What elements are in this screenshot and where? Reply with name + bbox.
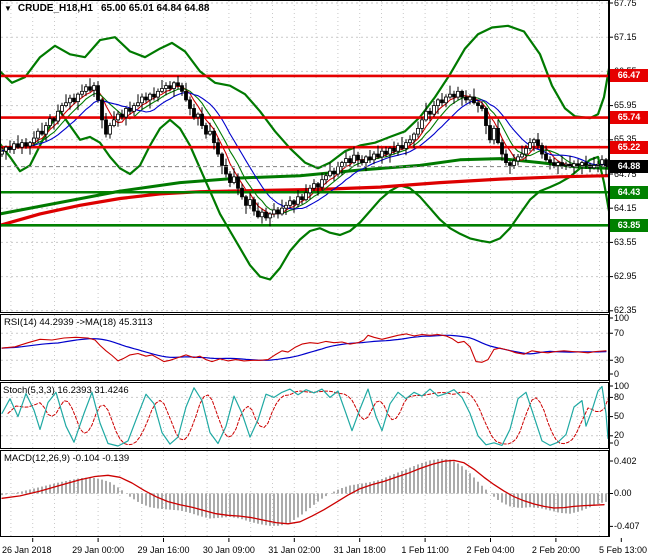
main-chart[interactable] <box>0 26 609 280</box>
rsi-axis-label: 30 <box>614 355 624 366</box>
chart-title-bar: ▼ CRUDE_H18,H1 65.00 65.01 64.84 64.88 <box>4 3 209 14</box>
time-axis-label: 29 Jan 16:00 <box>137 545 189 555</box>
price-axis-label: 64.15 <box>614 203 637 214</box>
time-axis-label: 31 Jan 02:00 <box>268 545 320 555</box>
chart-window: ▼ CRUDE_H18,H1 65.00 65.01 64.84 64.88 RSI… <box>0 0 650 560</box>
rsi-indicator-label: RSI(14) 44.2939 ->MA(18) 45.3113 <box>4 317 152 328</box>
stoch-axis-label: 50 <box>614 411 624 422</box>
stoch-axis-label: 100 <box>614 381 629 392</box>
stoch-axis-label: 80 <box>614 392 624 403</box>
price-axis-label: 65.95 <box>614 100 637 111</box>
chart-canvas[interactable] <box>0 0 650 560</box>
price-level-badge: 66.47 <box>610 69 648 82</box>
macd-axis-label: 0.402 <box>614 456 637 467</box>
price-axis-label: 63.55 <box>614 237 637 248</box>
price-level-badge: 65.22 <box>610 141 648 154</box>
price-level-badge: 65.74 <box>610 111 648 124</box>
price-axis-label: 67.15 <box>614 32 637 43</box>
rsi-panel[interactable] <box>2 334 606 362</box>
time-axis[interactable] <box>33 538 622 542</box>
symbol-period-label: CRUDE_H18,H1 <box>18 3 93 14</box>
time-axis-label: 29 Jan 00:00 <box>72 545 124 555</box>
macd-panel[interactable] <box>2 459 606 526</box>
time-axis-label: 26 Jan 2018 <box>2 545 52 555</box>
time-axis-label: 1 Feb 11:00 <box>401 545 448 555</box>
price-axis-label: 62.95 <box>614 271 637 282</box>
price-axis-label: 67.75 <box>614 0 637 9</box>
stoch-axis-label: 0 <box>614 438 619 449</box>
time-axis-label: 5 Feb 13:00 <box>599 545 647 555</box>
time-axis-label: 2 Feb 20:00 <box>532 545 580 555</box>
price-level-badge: 64.43 <box>610 186 648 199</box>
rsi-axis-label: 0 <box>614 369 619 380</box>
rsi-axis-label: 100 <box>614 313 629 324</box>
rsi-axis-label: 70 <box>614 328 624 339</box>
time-axis-label: 31 Jan 18:00 <box>334 545 386 555</box>
ohlc-values-label: 65.00 65.01 64.84 64.88 <box>101 3 209 14</box>
macd-axis-label: 0.00 <box>614 488 632 499</box>
macd-indicator-label: MACD(12,26,9) -0.104 -0.139 <box>4 453 129 464</box>
price-level-badge: 64.88 <box>610 160 648 173</box>
time-axis-label: 30 Jan 09:00 <box>203 545 255 555</box>
macd-axis-label: -0.407 <box>614 521 640 532</box>
time-axis-label: 2 Feb 04:00 <box>466 545 514 555</box>
symbol-dropdown-icon[interactable]: ▼ <box>4 4 12 13</box>
price-level-badge: 63.85 <box>610 219 648 232</box>
stoch-indicator-label: Stoch(5,3,3) 16.2393 31.4246 <box>3 385 129 396</box>
